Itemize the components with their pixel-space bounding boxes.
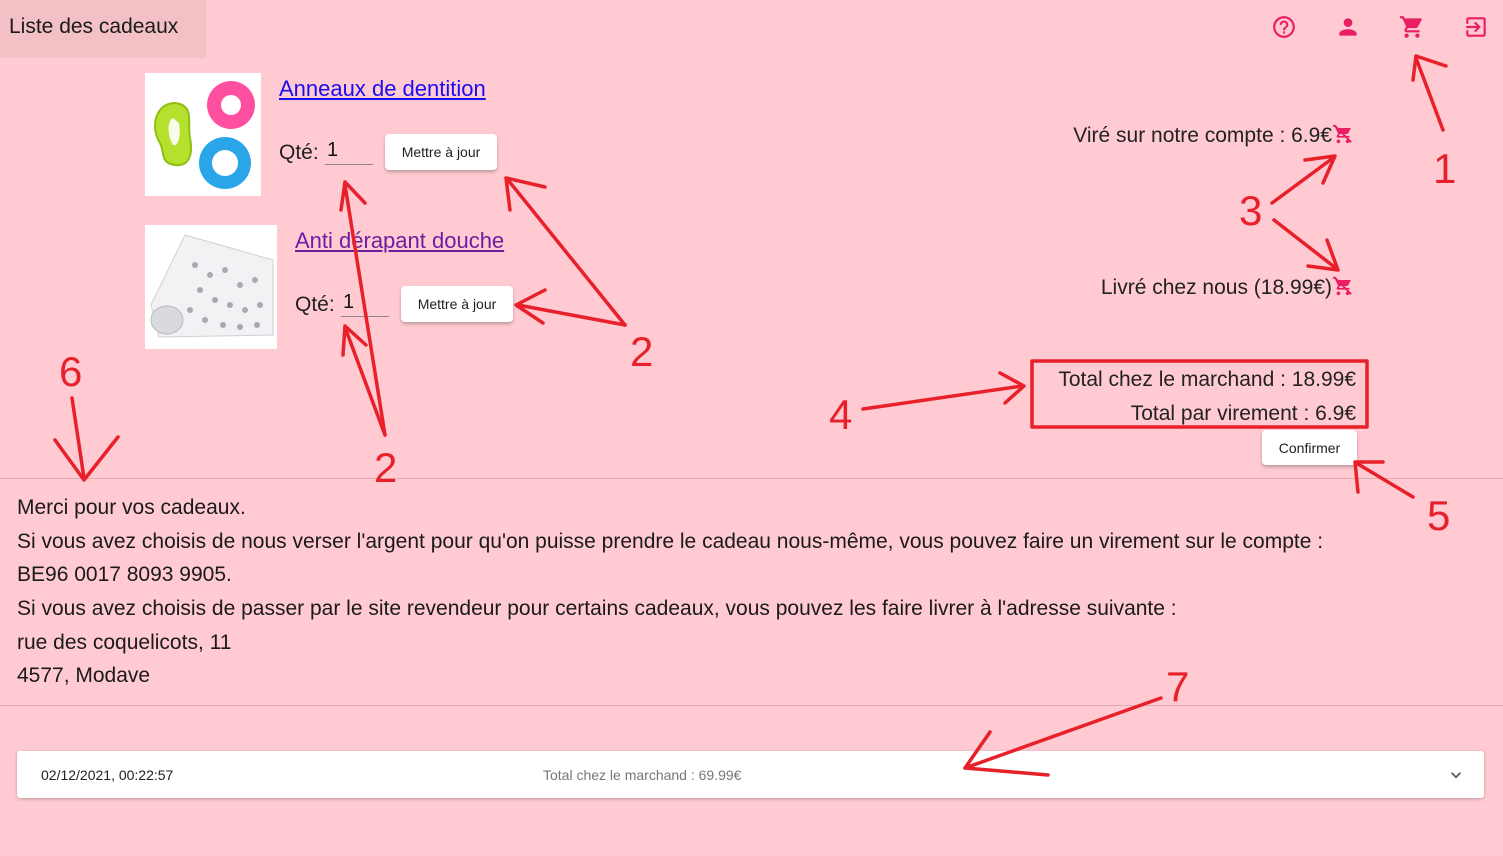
total-merchant: Total chez le marchand : 18.99€ bbox=[1058, 368, 1356, 391]
order-total: Total chez le marchand : 69.99€ bbox=[543, 767, 742, 783]
account-icon[interactable] bbox=[1335, 14, 1361, 40]
svg-text:2: 2 bbox=[374, 444, 397, 491]
item-link-anneaux[interactable]: Anneaux de dentition bbox=[279, 76, 486, 102]
order-date: 02/12/2021, 00:22:57 bbox=[41, 767, 174, 783]
address-city: 4577, Modave bbox=[17, 664, 151, 687]
svg-text:4: 4 bbox=[829, 391, 852, 438]
chevron-down-icon[interactable] bbox=[1446, 765, 1466, 785]
divider bbox=[0, 478, 1503, 479]
svg-text:3: 3 bbox=[1239, 187, 1262, 234]
update-button-anti-derapant[interactable]: Mettre à jour bbox=[401, 286, 513, 322]
divider bbox=[0, 705, 1503, 706]
option-transfer: Viré sur notre compte : 6.9€ bbox=[1073, 123, 1354, 148]
logout-icon[interactable] bbox=[1463, 14, 1489, 40]
svg-text:5: 5 bbox=[1427, 492, 1450, 539]
svg-text:1: 1 bbox=[1433, 145, 1456, 192]
qty-label: Qté: bbox=[279, 141, 319, 164]
qty-label: Qté: bbox=[295, 293, 335, 316]
order-history-panel[interactable]: 02/12/2021, 00:22:57 Total chez le march… bbox=[17, 751, 1484, 798]
address-street: rue des coquelicots, 11 bbox=[17, 631, 232, 654]
help-icon[interactable] bbox=[1271, 14, 1297, 40]
update-button-anneaux[interactable]: Mettre à jour bbox=[385, 134, 497, 170]
option-delivered-label: Livré chez nous (18.99€) bbox=[1100, 276, 1332, 299]
teether-thumbnail bbox=[145, 73, 261, 196]
item-link-anti-derapant[interactable]: Anti dérapant douche bbox=[295, 228, 504, 254]
qty-input-anti-derapant[interactable] bbox=[341, 289, 389, 317]
bank-account: BE96 0017 8093 9905. bbox=[17, 563, 232, 586]
message-line: Si vous avez choisis de passer par le si… bbox=[17, 597, 1177, 620]
confirm-button[interactable]: Confirmer bbox=[1262, 430, 1357, 465]
total-transfer: Total par virement : 6.9€ bbox=[1130, 402, 1356, 425]
svg-text:6: 6 bbox=[59, 348, 82, 395]
shower-mat-thumbnail bbox=[145, 225, 277, 349]
option-delivered: Livré chez nous (18.99€) bbox=[1101, 275, 1354, 300]
option-transfer-label: Viré sur notre compte : 6.9€ bbox=[1073, 124, 1332, 147]
remove-cart-icon[interactable] bbox=[1332, 123, 1354, 145]
message-line: Si vous avez choisis de nous verser l'ar… bbox=[17, 530, 1324, 553]
page-title: Liste des cadeaux bbox=[0, 0, 206, 58]
qty-input-anneaux[interactable] bbox=[325, 137, 373, 165]
svg-text:7: 7 bbox=[1166, 663, 1189, 710]
svg-text:2: 2 bbox=[630, 328, 653, 375]
remove-cart-icon[interactable] bbox=[1332, 275, 1354, 297]
cart-icon[interactable] bbox=[1399, 14, 1425, 40]
message-line: Merci pour vos cadeaux. bbox=[17, 496, 246, 519]
